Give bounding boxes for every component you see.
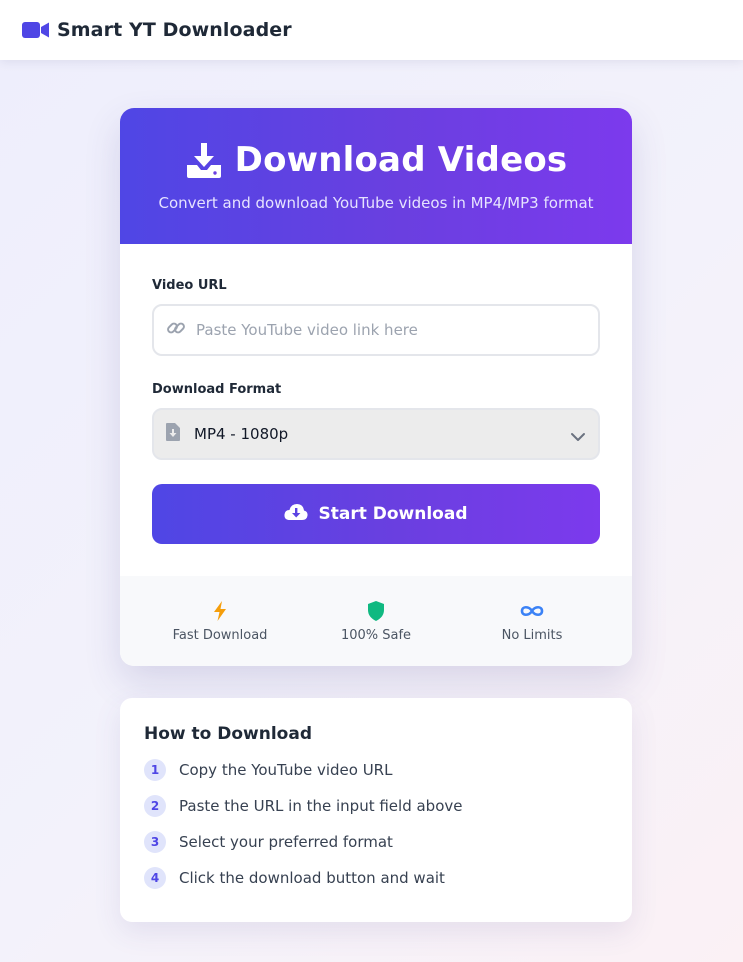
- link-icon: [166, 318, 186, 342]
- cloud-download-icon: [284, 503, 309, 525]
- list-item: 3 Select your preferred format: [144, 831, 608, 853]
- feature-no-limits: No Limits: [462, 600, 602, 643]
- download-format-label: Download Format: [152, 382, 282, 397]
- step-text: Paste the URL in the input field above: [179, 797, 463, 815]
- download-format-select[interactable]: MP4 - 1080p: [152, 408, 600, 460]
- top-bar: Smart YT Downloader: [0, 0, 743, 60]
- selected-format: MP4 - 1080p: [194, 425, 289, 443]
- how-to-panel: How to Download 1 Copy the YouTube video…: [120, 698, 632, 922]
- brand-title[interactable]: Smart YT Downloader: [57, 19, 292, 41]
- feature-label: Fast Download: [172, 627, 268, 643]
- download-card: Download Videos Convert and download You…: [120, 108, 632, 666]
- start-download-button[interactable]: Start Download: [152, 484, 600, 544]
- step-number: 4: [144, 867, 166, 889]
- step-number: 1: [144, 759, 166, 781]
- video-url-label: Video URL: [152, 278, 227, 293]
- step-text: Select your preferred format: [179, 833, 393, 851]
- bolt-icon: [212, 600, 228, 622]
- how-to-title: How to Download: [144, 724, 312, 744]
- hero-title: Download Videos: [234, 140, 568, 180]
- step-text: Click the download button and wait: [179, 869, 445, 887]
- hero-subtitle: Convert and download YouTube videos in M…: [158, 194, 594, 212]
- file-download-icon: [166, 423, 180, 445]
- step-number: 3: [144, 831, 166, 853]
- shield-icon: [367, 600, 385, 622]
- video-url-input[interactable]: [196, 321, 576, 339]
- hero-title-row: Download Videos: [185, 140, 568, 180]
- download-form: Video URL Download Format MP4 - 1080p: [120, 244, 632, 544]
- start-download-label: Start Download: [318, 504, 468, 524]
- hero-header: Download Videos Convert and download You…: [120, 108, 632, 244]
- features-bar: Fast Download 100% Safe No Limits: [120, 576, 632, 666]
- step-number: 2: [144, 795, 166, 817]
- feature-fast-download: Fast Download: [150, 600, 290, 643]
- chevron-down-icon: [570, 428, 586, 447]
- step-text: Copy the YouTube video URL: [179, 761, 393, 779]
- infinity-icon: [519, 600, 545, 622]
- list-item: 2 Paste the URL in the input field above: [144, 795, 608, 817]
- feature-safe: 100% Safe: [306, 600, 446, 643]
- feature-label: 100% Safe: [340, 627, 412, 643]
- list-item: 1 Copy the YouTube video URL: [144, 759, 608, 781]
- feature-label: No Limits: [501, 627, 563, 643]
- video-url-field[interactable]: [152, 304, 600, 356]
- download-tray-icon: [185, 141, 223, 179]
- video-camera-icon: [22, 21, 50, 39]
- list-item: 4 Click the download button and wait: [144, 867, 608, 889]
